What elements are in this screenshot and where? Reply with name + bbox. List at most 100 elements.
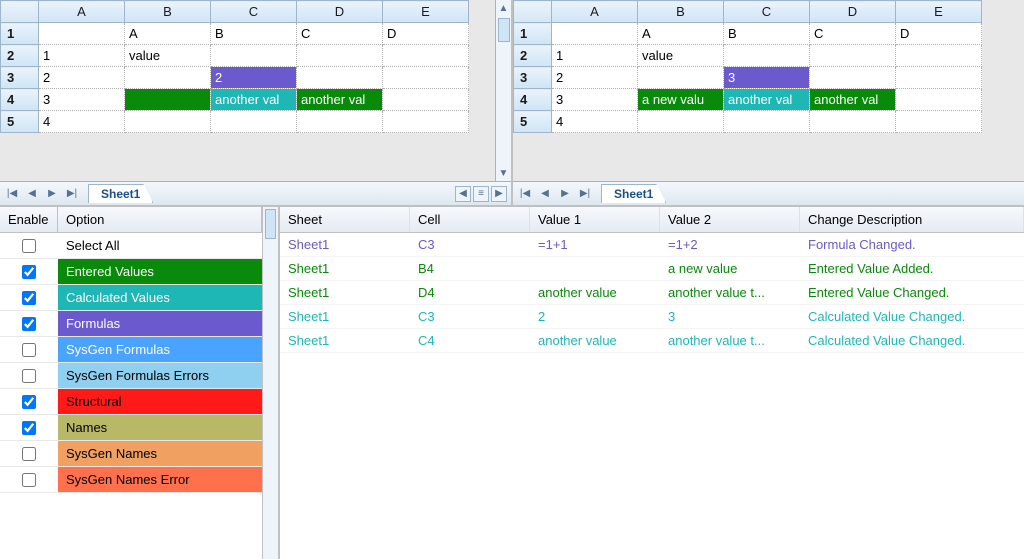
cell[interactable] bbox=[810, 111, 896, 133]
row-header[interactable]: 3 bbox=[514, 67, 552, 89]
scroll-thumb[interactable] bbox=[498, 18, 510, 42]
cell[interactable]: another val bbox=[297, 89, 383, 111]
cell[interactable] bbox=[383, 89, 469, 111]
nav-first-icon[interactable]: |◀ bbox=[517, 186, 533, 202]
column-header[interactable]: A bbox=[39, 1, 125, 23]
cell[interactable] bbox=[896, 45, 982, 67]
cell[interactable]: C bbox=[297, 23, 383, 45]
option-checkbox[interactable] bbox=[22, 473, 36, 487]
column-header[interactable]: B bbox=[125, 1, 211, 23]
column-header[interactable]: E bbox=[896, 1, 982, 23]
corner-cell[interactable] bbox=[1, 1, 39, 23]
diff-row[interactable]: Sheet1C4another valueanother value t...C… bbox=[280, 329, 1024, 353]
cell[interactable] bbox=[211, 45, 297, 67]
cell[interactable]: 3 bbox=[39, 89, 125, 111]
row-header[interactable]: 2 bbox=[1, 45, 39, 67]
nav-prev-icon[interactable]: ◀ bbox=[24, 186, 40, 202]
scroll-up-icon[interactable]: ▲ bbox=[496, 0, 512, 16]
row-header[interactable]: 5 bbox=[1, 111, 39, 133]
left-grid[interactable]: ABCDE1ABCD21value32243another valanother… bbox=[0, 0, 469, 133]
hscroll-bar-icon[interactable]: ≡ bbox=[473, 186, 489, 202]
cell[interactable] bbox=[896, 89, 982, 111]
option-checkbox[interactable] bbox=[22, 395, 36, 409]
column-header[interactable]: B bbox=[638, 1, 724, 23]
nav-next-icon[interactable]: ▶ bbox=[44, 186, 60, 202]
column-header[interactable]: D bbox=[810, 1, 896, 23]
option-checkbox[interactable] bbox=[22, 343, 36, 357]
right-grid[interactable]: ABCDE1ABCD21value32343a new valuanother … bbox=[513, 0, 982, 133]
cell[interactable] bbox=[724, 45, 810, 67]
cell[interactable] bbox=[125, 67, 211, 89]
option-label[interactable]: Select All bbox=[58, 233, 262, 258]
left-horizontal-scrollbar[interactable]: ◀ ≡ ▶ bbox=[455, 186, 507, 202]
left-vertical-scrollbar[interactable]: ▲ ▼ bbox=[495, 0, 511, 181]
cell[interactable]: D bbox=[383, 23, 469, 45]
cell[interactable] bbox=[125, 89, 211, 111]
cell[interactable]: another val bbox=[211, 89, 297, 111]
cell[interactable]: B bbox=[724, 23, 810, 45]
option-label[interactable]: Formulas bbox=[58, 311, 262, 336]
nav-last-icon[interactable]: ▶| bbox=[577, 186, 593, 202]
options-vertical-scrollbar[interactable] bbox=[262, 207, 278, 559]
cell[interactable]: 4 bbox=[552, 111, 638, 133]
row-header[interactable]: 3 bbox=[1, 67, 39, 89]
column-header[interactable]: C bbox=[211, 1, 297, 23]
cell[interactable]: 2 bbox=[211, 67, 297, 89]
option-checkbox[interactable] bbox=[22, 369, 36, 383]
cell[interactable] bbox=[724, 111, 810, 133]
cell[interactable]: C bbox=[810, 23, 896, 45]
cell[interactable]: a new valu bbox=[638, 89, 724, 111]
cell[interactable] bbox=[39, 23, 125, 45]
cell[interactable] bbox=[552, 23, 638, 45]
nav-next-icon[interactable]: ▶ bbox=[557, 186, 573, 202]
column-header[interactable]: C bbox=[724, 1, 810, 23]
cell[interactable]: B bbox=[211, 23, 297, 45]
right-sheet-tab[interactable]: Sheet1 bbox=[601, 184, 666, 203]
option-label[interactable]: Calculated Values bbox=[58, 285, 262, 310]
cell[interactable]: A bbox=[638, 23, 724, 45]
cell[interactable]: 4 bbox=[39, 111, 125, 133]
option-label[interactable]: SysGen Formulas Errors bbox=[58, 363, 262, 388]
option-label[interactable]: SysGen Names bbox=[58, 441, 262, 466]
row-header[interactable]: 1 bbox=[514, 23, 552, 45]
hscroll-right-icon[interactable]: ▶ bbox=[491, 186, 507, 202]
cell[interactable] bbox=[125, 111, 211, 133]
row-header[interactable]: 5 bbox=[514, 111, 552, 133]
option-label[interactable]: SysGen Names Error bbox=[58, 467, 262, 492]
diff-row[interactable]: Sheet1C323Calculated Value Changed. bbox=[280, 305, 1024, 329]
row-header[interactable]: 4 bbox=[1, 89, 39, 111]
cell[interactable]: value bbox=[638, 45, 724, 67]
hscroll-left-icon[interactable]: ◀ bbox=[455, 186, 471, 202]
diff-row[interactable]: Sheet1C3=1+1=1+2Formula Changed. bbox=[280, 233, 1024, 257]
column-header[interactable]: A bbox=[552, 1, 638, 23]
cell[interactable]: A bbox=[125, 23, 211, 45]
cell[interactable] bbox=[211, 111, 297, 133]
cell[interactable] bbox=[810, 45, 896, 67]
cell[interactable]: 3 bbox=[724, 67, 810, 89]
cell[interactable] bbox=[297, 67, 383, 89]
cell[interactable] bbox=[810, 67, 896, 89]
corner-cell[interactable] bbox=[514, 1, 552, 23]
cell[interactable] bbox=[297, 45, 383, 67]
option-label[interactable]: Structural bbox=[58, 389, 262, 414]
diff-row[interactable]: Sheet1B4a new valueEntered Value Added. bbox=[280, 257, 1024, 281]
cell[interactable]: 2 bbox=[39, 67, 125, 89]
left-sheet-tab[interactable]: Sheet1 bbox=[88, 184, 153, 203]
option-checkbox[interactable] bbox=[22, 291, 36, 305]
option-checkbox[interactable] bbox=[22, 239, 36, 253]
cell[interactable] bbox=[383, 45, 469, 67]
cell[interactable] bbox=[638, 111, 724, 133]
nav-first-icon[interactable]: |◀ bbox=[4, 186, 20, 202]
cell[interactable] bbox=[638, 67, 724, 89]
row-header[interactable]: 2 bbox=[514, 45, 552, 67]
cell[interactable] bbox=[297, 111, 383, 133]
diff-row[interactable]: Sheet1D4another valueanother value t...E… bbox=[280, 281, 1024, 305]
option-checkbox[interactable] bbox=[22, 265, 36, 279]
nav-prev-icon[interactable]: ◀ bbox=[537, 186, 553, 202]
nav-last-icon[interactable]: ▶| bbox=[64, 186, 80, 202]
cell[interactable]: another val bbox=[810, 89, 896, 111]
cell[interactable] bbox=[896, 67, 982, 89]
cell[interactable]: another val bbox=[724, 89, 810, 111]
cell[interactable] bbox=[383, 67, 469, 89]
option-checkbox[interactable] bbox=[22, 317, 36, 331]
